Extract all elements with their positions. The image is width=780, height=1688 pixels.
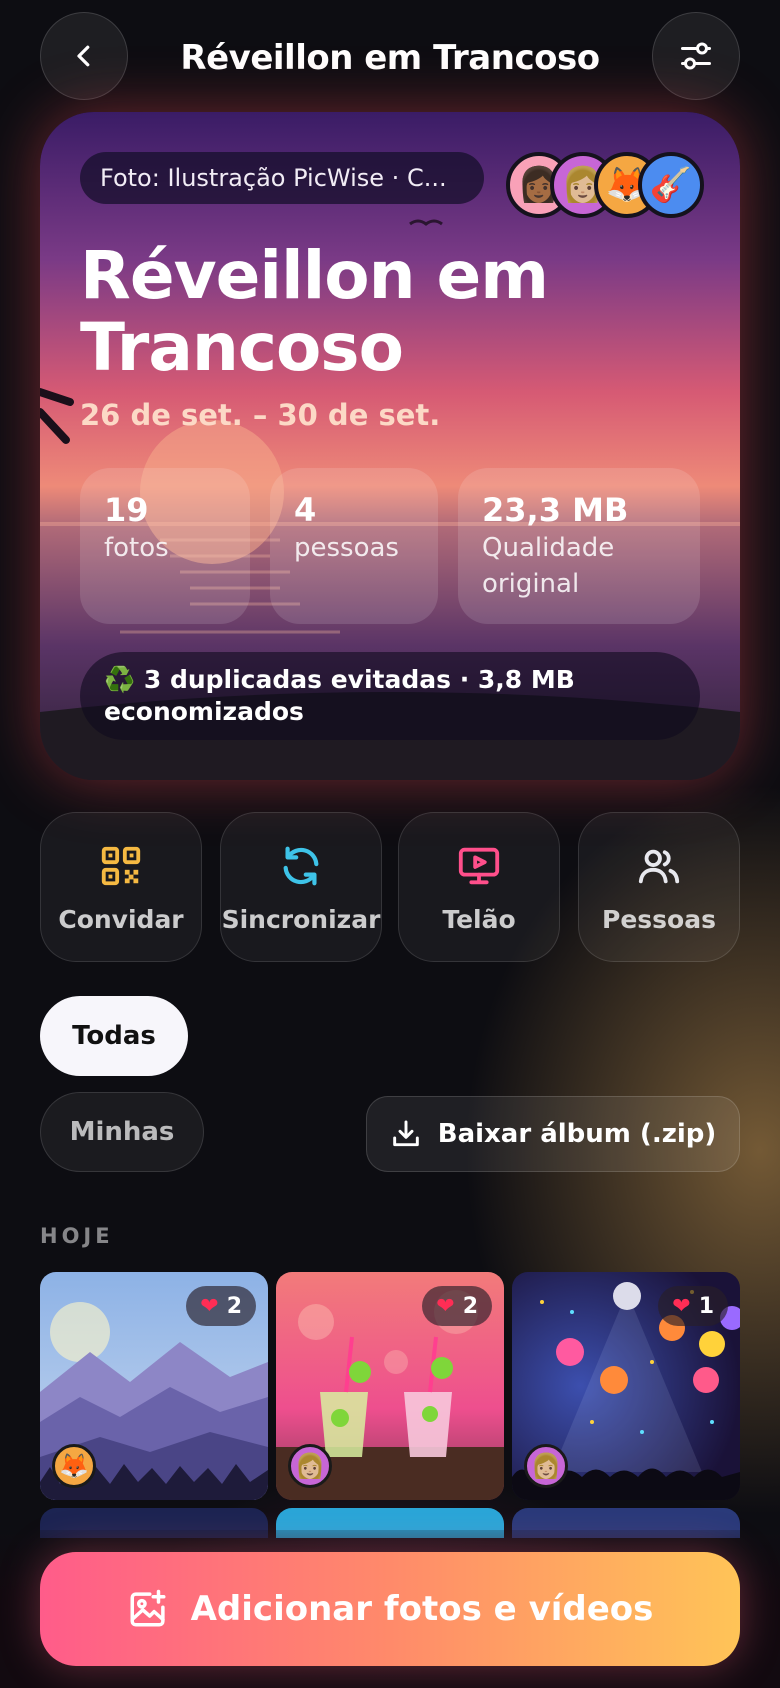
heart-icon: ❤ (200, 1293, 219, 1319)
stat-people: 4 pessoas (270, 468, 438, 624)
download-label: Baixar álbum (.zip) (437, 1119, 717, 1149)
member-avatar: 🎸 (638, 152, 704, 218)
stat-label: fotos (104, 533, 169, 563)
people-button[interactable]: Pessoas (578, 812, 740, 962)
member-avatars[interactable]: 👩🏾 👩🏼 🦊 🎸 (506, 152, 706, 218)
people-icon (638, 849, 680, 884)
stat-value: 4 (294, 491, 317, 529)
qr-code-icon (101, 846, 141, 886)
back-button[interactable] (40, 12, 128, 100)
likes-badge[interactable]: ❤ 1 (658, 1286, 728, 1326)
likes-count: 1 (698, 1293, 714, 1319)
stat-photos: 19 fotos (80, 468, 250, 624)
sync-button[interactable]: Sincronizar (220, 812, 382, 962)
page-title: Réveillon em Trancoso (180, 38, 600, 78)
album-dates: 26 de set. – 30 de set. (80, 398, 441, 432)
uploader-avatar: 🦊 (52, 1444, 96, 1488)
photo-thumbnail[interactable]: ❤ 2 👩🏼 (276, 1272, 504, 1500)
screen-button[interactable]: Telão (398, 812, 560, 962)
stat-label: Qualidade original (482, 533, 615, 599)
photo-thumbnail[interactable]: ❤ 1 👩🏼 (512, 1272, 740, 1500)
album-title: Réveillon em Trancoso (80, 237, 549, 386)
settings-button[interactable] (652, 12, 740, 100)
uploader-avatar: 👩🏼 (288, 1444, 332, 1488)
download-icon (392, 1120, 419, 1147)
filter-all[interactable]: Todas (40, 996, 188, 1076)
recycle-icon: ♻️ (104, 665, 136, 694)
invite-button[interactable]: Convidar (40, 812, 202, 962)
add-media-button[interactable]: Adicionar fotos e vídeos (40, 1552, 740, 1666)
likes-count: 2 (462, 1293, 478, 1319)
action-label: Sincronizar (221, 905, 381, 934)
action-label: Convidar (58, 905, 184, 934)
stat-value: 19 (104, 491, 149, 529)
duplicates-text: 3 duplicadas evitadas · 3,8 MB economiza… (104, 665, 575, 726)
uploader-avatar: 👩🏼 (524, 1444, 568, 1488)
stat-label: pessoas (294, 533, 399, 563)
action-label: Telão (442, 905, 516, 934)
section-today: HOJE (40, 1224, 114, 1248)
photo-credit: Foto: Ilustração PicWise · C... (80, 152, 484, 204)
duplicates-banner: ♻️ 3 duplicadas evitadas · 3,8 MB econom… (80, 652, 700, 740)
heart-icon: ❤ (436, 1293, 455, 1319)
screen-play-icon (458, 847, 500, 885)
likes-count: 2 (226, 1293, 242, 1319)
action-label: Pessoas (602, 905, 716, 934)
stat-value: 23,3 MB (482, 491, 629, 529)
photo-thumbnail[interactable]: ❤ 2 🦊 (40, 1272, 268, 1500)
sync-icon (283, 846, 319, 886)
stat-size: 23,3 MB Qualidade original (458, 468, 700, 624)
likes-badge[interactable]: ❤ 2 (422, 1286, 492, 1326)
likes-badge[interactable]: ❤ 2 (186, 1286, 256, 1326)
chevron-left-icon (77, 45, 90, 67)
filter-mine[interactable]: Minhas (40, 1092, 204, 1172)
sliders-icon (681, 42, 711, 70)
add-media-label: Adicionar fotos e vídeos (190, 1589, 654, 1629)
heart-icon: ❤ (672, 1293, 691, 1319)
add-photo-icon (130, 1589, 166, 1627)
download-album-button[interactable]: Baixar álbum (.zip) (366, 1096, 740, 1172)
album-hero-card: Foto: Ilustração PicWise · C... 👩🏾 👩🏼 🦊 … (40, 112, 740, 780)
